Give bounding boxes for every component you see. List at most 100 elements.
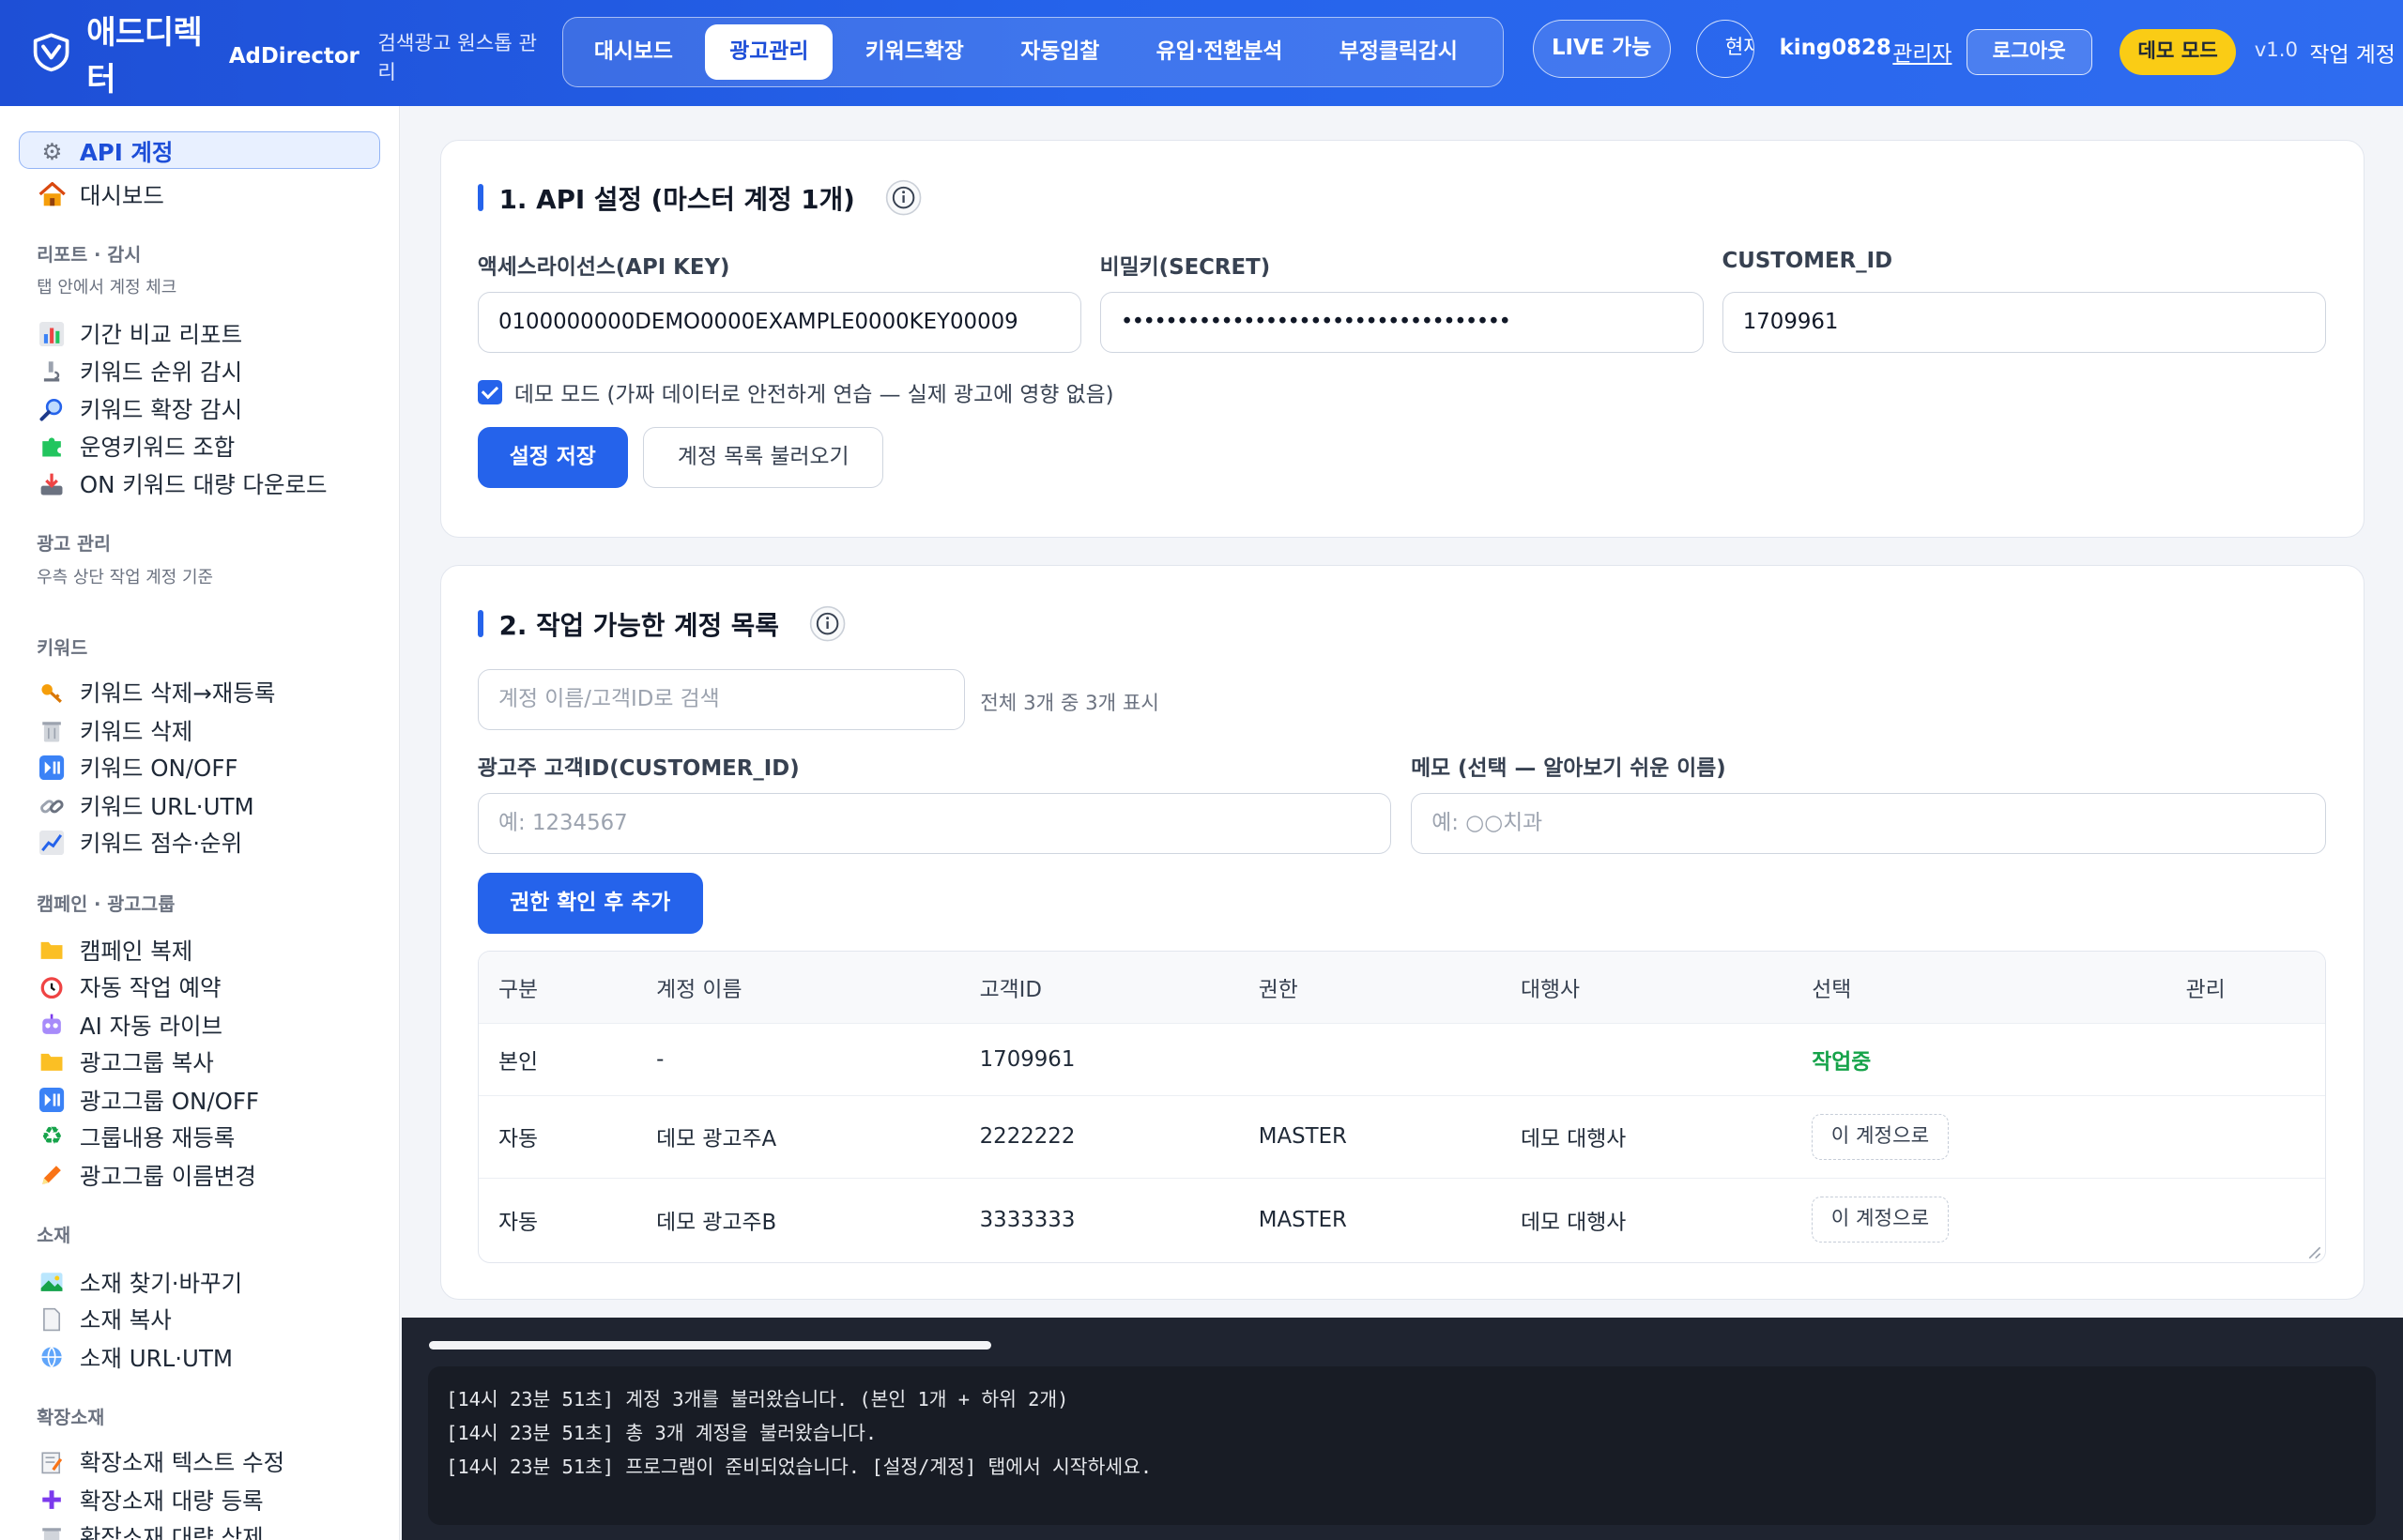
tab-keyword-expansion[interactable]: 키워드확장: [841, 24, 988, 80]
sidebar-item-group-reregister[interactable]: ♻ 그룹내용 재등록: [37, 1119, 236, 1155]
account-type: 자동: [497, 1127, 539, 1152]
load-accounts-button[interactable]: 계정 목록 불러오기: [643, 426, 884, 489]
sidebar-item-period-report[interactable]: 기간 비교 리포트: [37, 315, 242, 352]
customer-id-input[interactable]: 1709961: [1722, 292, 2326, 354]
current-account-status: 작업중: [1812, 1049, 1872, 1075]
main-nav: 대시보드 광고관리 키워드확장 자동입찰 유입·전환분석 부정클릭감시: [562, 16, 1504, 88]
sidebar-item-label: 광고그룹 이름변경: [79, 1162, 256, 1190]
brand[interactable]: 애드디렉터 AdDirector 검색광고 원스톱 관리: [31, 6, 546, 99]
sidebar-item-label: ON 키워드 대량 다운로드: [79, 471, 328, 499]
resize-grip-icon[interactable]: [2306, 1244, 2321, 1259]
work-account-label[interactable]: 작업 계정: [2309, 37, 2395, 69]
tab-click-fraud[interactable]: 부정클릭감시: [1315, 24, 1482, 80]
sidebar-item-label: 캠페인 복제: [79, 937, 193, 965]
sidebar-item-keyword-url-utm[interactable]: 키워드 URL·UTM: [37, 787, 254, 824]
sidebar-item-label: 키워드 삭제→재등록: [79, 679, 276, 708]
card-title-text: 2. 작업 가능한 계정 목록: [498, 610, 779, 642]
sidebar-item-api-account[interactable]: ⚙ API 계정: [37, 133, 174, 170]
tab-ad-management[interactable]: 광고관리: [705, 24, 834, 80]
column-header: 관리: [2185, 978, 2226, 1003]
sidebar-item-keyword-delete[interactable]: 키워드 삭제: [37, 712, 192, 749]
table-row: 자동 데모 광고주B 3333333 MASTER 데모 대행사 이 계정으로: [479, 1179, 2325, 1261]
column-header: 권한: [1258, 978, 1298, 1003]
verify-add-button[interactable]: 권한 확인 후 추가: [477, 872, 703, 935]
user-avatar[interactable]: 현재: [1696, 20, 1755, 79]
version-label: v1.0: [2254, 38, 2298, 62]
sidebar-item-keyword-combo[interactable]: 운영키워드 조합: [37, 428, 235, 465]
sidebar-item-label: API 계정: [79, 139, 174, 167]
sidebar-item-expansion-watch[interactable]: 키워드 확장 감시: [37, 390, 242, 427]
sidebar-item-creative-find-replace[interactable]: 소재 찾기·바꾸기: [37, 1264, 242, 1301]
log-line: [14시 23분 51초] 프로그램이 준비되었습니다. [설정/계정] 탭에서…: [446, 1456, 1153, 1479]
tab-traffic-conversion[interactable]: 유입·전환분석: [1132, 24, 1308, 80]
plus-icon: [37, 1487, 68, 1514]
api-key-input[interactable]: 0100000000DEMO0000EXAMPLE0000KEY00009: [477, 292, 1082, 354]
card-title-text: 1. API 설정 (마스터 계정 1개): [498, 184, 855, 216]
sidebar-item-label: 광고그룹 ON/OFF: [79, 1087, 260, 1115]
demo-mode-checkbox[interactable]: [477, 379, 502, 405]
sidebar-section-title: 광고 관리: [37, 533, 112, 556]
save-settings-button[interactable]: 설정 저장: [477, 426, 628, 489]
puzzle-icon: [37, 432, 68, 459]
sidebar-item-keyword-score-rank[interactable]: 키워드 점수·순위: [37, 824, 242, 861]
sidebar-item-rank-watch[interactable]: 키워드 순위 감시: [37, 353, 242, 389]
log-line: [14시 23분 51초] 계정 3개를 불러왔습니다. (본인 1개 + 하위…: [446, 1388, 1069, 1411]
demo-mode-row[interactable]: 데모 모드 (가짜 데이터로 안전하게 연습 — 실제 광고에 영향 없음): [477, 376, 1114, 408]
sidebar-item-adgroup-rename[interactable]: 광고그룹 이름변경: [37, 1157, 256, 1194]
sidebar-item-keyword-reregister[interactable]: 키워드 삭제→재등록: [37, 674, 275, 710]
link-icon: [37, 792, 68, 819]
sidebar-item-label: 키워드 점수·순위: [79, 830, 243, 858]
card-title: 2. 작업 가능한 계정 목록: [477, 604, 847, 642]
brand-name-english: AdDirector: [228, 43, 360, 69]
sidebar-item-label: AI 자동 라이브: [79, 1012, 223, 1040]
secret-input[interactable]: •••••••••••••••••••••••••••••••••••: [1099, 292, 1704, 354]
sidebar-item-keyword-on-off[interactable]: 키워드 ON/OFF: [37, 749, 238, 785]
sidebar-item-adgroup-copy[interactable]: 광고그룹 복사: [37, 1044, 214, 1080]
sidebar-item-on-keyword-download[interactable]: ON 키워드 대량 다운로드: [37, 465, 328, 502]
sidebar-item-creative-copy[interactable]: 소재 복사: [37, 1301, 172, 1337]
sidebar-item-dashboard[interactable]: 대시보드: [37, 176, 164, 213]
sidebar-section-title: 리포트 · 감시: [37, 243, 142, 266]
sidebar-section-title: 키워드: [37, 637, 88, 660]
sidebar-item-extension-bulk-delete[interactable]: 확장소재 대량 삭제: [37, 1518, 264, 1540]
sidebar-item-extension-bulk-register[interactable]: 확장소재 대량 등록: [37, 1482, 264, 1518]
sidebar-item-ai-auto-live[interactable]: AI 자동 라이브: [37, 1007, 222, 1044]
account-agency: 데모 대행사: [1520, 1210, 1627, 1235]
info-icon[interactable]: [885, 179, 922, 216]
globe-icon: [37, 1344, 68, 1371]
memo-input[interactable]: 예: ○○치과: [1411, 793, 2326, 855]
account-count-text: 전체 3개 중 3개 표시: [980, 692, 1159, 716]
sidebar-item-label: 소재 URL·UTM: [79, 1345, 234, 1373]
sidebar-item-label: 소재 복사: [79, 1306, 172, 1334]
account-search-input[interactable]: 계정 이름/고객ID로 검색: [477, 668, 965, 731]
trash-icon: [37, 1523, 68, 1540]
column-header: 대행사: [1520, 978, 1581, 1003]
admin-link[interactable]: 관리자: [1892, 36, 1951, 68]
log-console: [14시 23분 51초] 계정 3개를 불러왔습니다. (본인 1개 + 하위…: [401, 1318, 2403, 1540]
tab-dashboard[interactable]: 대시보드: [570, 24, 697, 80]
sidebar-item-campaign-clone[interactable]: 캠페인 복제: [37, 932, 192, 968]
tab-auto-bidding[interactable]: 자동입찰: [996, 24, 1124, 80]
sidebar-item-label: 자동 작업 예약: [79, 973, 222, 1001]
console-scrollbar[interactable]: [429, 1340, 992, 1350]
switch-account-button[interactable]: 이 계정으로: [1812, 1197, 1949, 1243]
customer-id-label: CUSTOMER_ID: [1722, 249, 1893, 274]
log-line: [14시 23분 51초] 총 3개 계정을 불러왔습니다.: [446, 1422, 878, 1445]
sidebar-section-hint: 탭 안에서 계정 체크: [37, 278, 177, 298]
advertiser-cid-input[interactable]: 예: 1234567: [477, 793, 1391, 855]
live-status-pill[interactable]: LIVE 가능: [1532, 20, 1671, 79]
trash-icon: [37, 717, 68, 744]
folder-icon: [37, 937, 68, 964]
sidebar-item-extension-text-edit[interactable]: 확장소재 텍스트 수정: [37, 1443, 284, 1480]
logout-button[interactable]: 로그아웃: [1966, 29, 2092, 75]
sidebar-item-creative-url-utm[interactable]: 소재 URL·UTM: [37, 1339, 233, 1376]
memo-label: 메모 (선택 — 알아보기 쉬운 이름): [1411, 756, 1726, 782]
trend-chart-icon: [37, 829, 68, 856]
sidebar-item-auto-schedule[interactable]: 자동 작업 예약: [37, 968, 222, 1005]
sidebar-item-adgroup-on-off[interactable]: 광고그룹 ON/OFF: [37, 1082, 259, 1119]
info-icon[interactable]: [809, 605, 846, 642]
key-icon: [37, 679, 68, 706]
switch-account-button[interactable]: 이 계정으로: [1812, 1113, 1949, 1160]
sidebar-item-label: 키워드 순위 감시: [79, 358, 243, 386]
recycle-icon: ♻: [40, 1122, 64, 1151]
